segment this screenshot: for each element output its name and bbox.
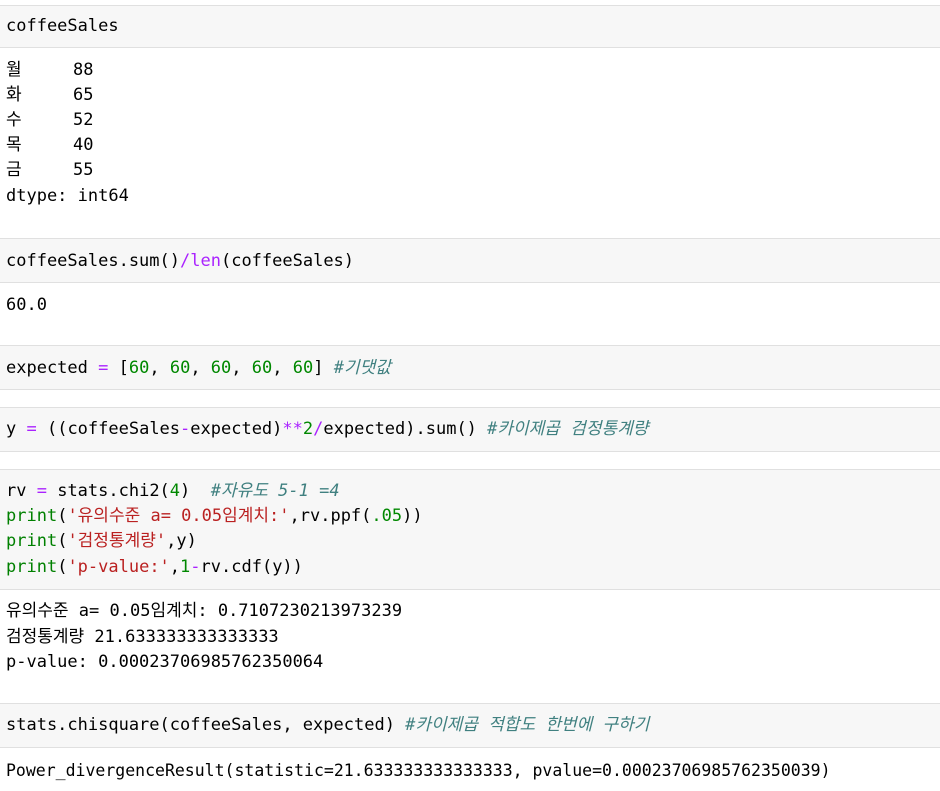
code-cell-1-input[interactable]: coffeeSales bbox=[0, 5, 940, 48]
output-line: 유의수준 a= 0.05임계치: 0.7107230213973239 bbox=[6, 601, 403, 621]
dtype-line: dtype: int64 bbox=[6, 186, 129, 206]
code-line: expected = [60, 60, 60, 60, 60] #기댓값 bbox=[6, 358, 391, 378]
output-line: 검정통계량 21.633333333333333 bbox=[6, 627, 279, 647]
code-cell-2-output: 60.0 bbox=[0, 283, 940, 345]
code-line: print('p-value:',1-rv.cdf(y)) bbox=[6, 557, 303, 577]
code-cell-3-input[interactable]: expected = [60, 60, 60, 60, 60] #기댓값 bbox=[0, 345, 940, 390]
output-line: p-value: 0.00023706985762350064 bbox=[6, 652, 324, 672]
code-cell-5-output: 유의수준 a= 0.05임계치: 0.7107230213973239 검정통계… bbox=[0, 590, 940, 703]
output-value: 60.0 bbox=[6, 295, 47, 315]
code-line: print('유의수준 a= 0.05임계치:',rv.ppf(.05)) bbox=[6, 506, 423, 526]
series-row: 화 65 bbox=[6, 85, 94, 105]
code-line: y = ((coffeeSales-expected)**2/expected)… bbox=[6, 419, 649, 439]
code-cell-6-output: Power_divergenceResult(statistic=21.6333… bbox=[0, 748, 940, 791]
code-line: stats.chisquare(coffeeSales, expected) #… bbox=[6, 715, 650, 735]
series-row: 수 52 bbox=[6, 110, 94, 130]
code-line: print('검정통계량',y) bbox=[6, 531, 197, 551]
output-line: Power_divergenceResult(statistic=21.6333… bbox=[6, 761, 831, 780]
code-line: coffeeSales bbox=[6, 16, 119, 36]
series-row: 월 88 bbox=[6, 60, 94, 80]
code-line: coffeeSales.sum()/len(coffeeSales) bbox=[6, 251, 355, 271]
code-cell-1-output: 월 88 화 65 수 52 목 40 금 55 dtype: int64 bbox=[0, 48, 940, 238]
series-row: 금 55 bbox=[6, 160, 94, 180]
code-line: rv = stats.chi2(4) #자유도 5-1 =4 bbox=[6, 481, 340, 501]
code-cell-5-input[interactable]: rv = stats.chi2(4) #자유도 5-1 =4 print('유의… bbox=[0, 469, 940, 590]
code-cell-2-input[interactable]: coffeeSales.sum()/len(coffeeSales) bbox=[0, 238, 940, 283]
series-row: 목 40 bbox=[6, 135, 94, 155]
code-cell-6-input[interactable]: stats.chisquare(coffeeSales, expected) #… bbox=[0, 703, 940, 748]
code-cell-4-input[interactable]: y = ((coffeeSales-expected)**2/expected)… bbox=[0, 407, 940, 452]
